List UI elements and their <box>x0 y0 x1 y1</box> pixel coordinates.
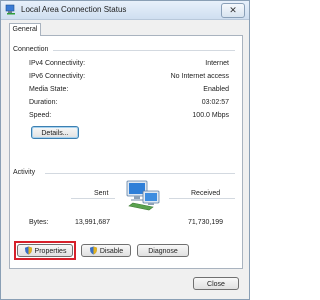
close-icon: ✕ <box>229 5 237 15</box>
connection-heading: Connection <box>13 46 49 53</box>
disable-button[interactable]: Disable <box>81 244 131 257</box>
disable-label: Disable <box>99 248 124 255</box>
properties-button[interactable]: Properties <box>17 244 73 257</box>
activity-separator <box>45 173 235 174</box>
ipv4-label: IPv4 Connectivity: <box>29 60 86 67</box>
duration-value: 03:02:57 <box>201 99 229 106</box>
tab-general[interactable]: General <box>9 23 41 36</box>
received-line <box>169 198 235 199</box>
title-close-button[interactable]: ✕ <box>221 3 245 18</box>
shield-icon <box>89 246 97 255</box>
bytes-sent-value: 13,991,687 <box>75 219 111 226</box>
ipv6-label: IPv6 Connectivity: <box>29 73 86 80</box>
details-button[interactable]: Details... <box>31 126 79 139</box>
window-title: Local Area Connection Status <box>21 5 127 14</box>
title-bar: Local Area Connection Status ✕ <box>1 1 249 20</box>
network-icon <box>5 4 15 15</box>
activity-heading: Activity <box>13 169 36 176</box>
shield-icon <box>24 246 32 255</box>
ipv6-value: No Internet access <box>170 73 229 80</box>
speed-label: Speed: <box>29 112 52 119</box>
bytes-label: Bytes: <box>29 219 49 226</box>
general-panel <box>9 35 243 269</box>
media-state-value: Enabled <box>203 86 229 93</box>
speed-value: 100.0 Mbps <box>192 112 229 119</box>
ipv4-value: Internet <box>205 60 229 67</box>
network-computers-icon <box>126 180 160 211</box>
properties-label: Properties <box>34 248 67 255</box>
connection-separator <box>53 50 235 51</box>
diagnose-button[interactable]: Diagnose <box>137 244 189 257</box>
media-state-label: Media State: <box>29 86 69 93</box>
received-label: Received <box>191 190 221 197</box>
bytes-received-value: 71,730,199 <box>188 219 224 226</box>
sent-line <box>71 198 115 199</box>
close-button[interactable]: Close <box>193 277 239 290</box>
sent-label: Sent <box>94 190 109 197</box>
status-dialog: Local Area Connection Status ✕ General C… <box>0 0 250 300</box>
duration-label: Duration: <box>29 99 58 106</box>
